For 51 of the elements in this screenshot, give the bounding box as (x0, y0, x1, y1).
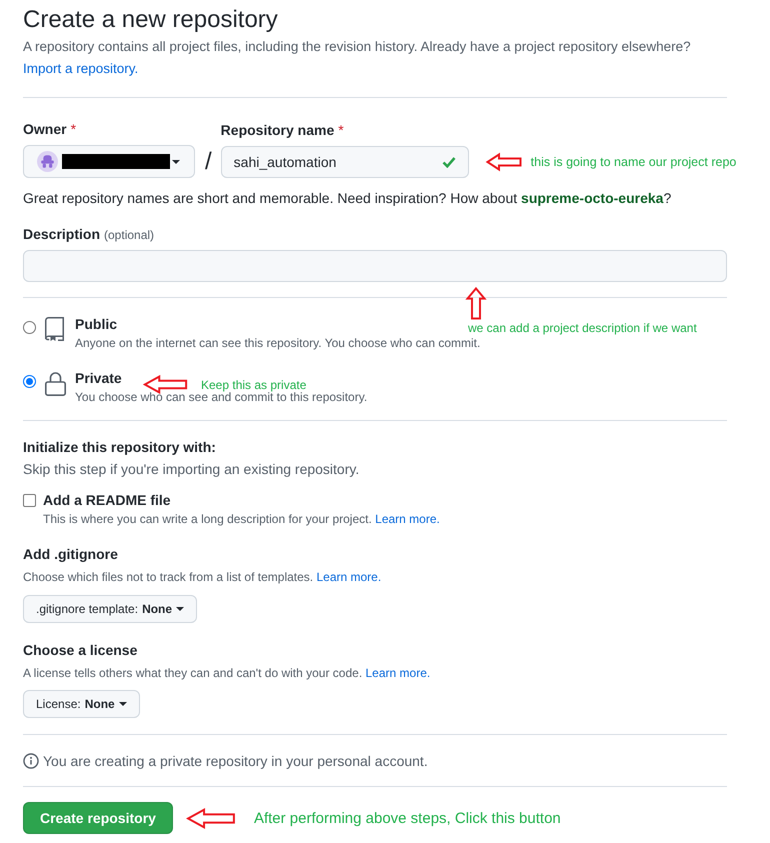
required-mark: * (70, 120, 76, 139)
section-description: Choose which files not to track from a list of templates. Learn more. (23, 569, 382, 586)
section-title: Initialize this repository with: (23, 438, 217, 457)
info-icon (23, 753, 39, 769)
license-dropdown[interactable]: License: None (23, 690, 140, 718)
annotation-text: Keep this as private (201, 378, 306, 392)
up-arrow-icon (466, 287, 486, 320)
field-label: Description (23, 225, 100, 244)
create-repository-button[interactable]: Create repository (23, 802, 173, 834)
learn-more-link[interactable]: Learn more. (375, 512, 440, 526)
option-title: Public (75, 315, 118, 334)
radio-button[interactable] (23, 375, 36, 388)
gitignore-template-dropdown[interactable]: .gitignore template: None (23, 595, 198, 623)
owner-dropdown[interactable] (23, 145, 195, 178)
left-arrow-icon (186, 808, 236, 828)
learn-more-link[interactable]: Learn more. (316, 570, 382, 584)
caret-icon (118, 702, 127, 706)
section-title: Choose a license (23, 641, 138, 660)
section-title: Add .gitignore (23, 545, 119, 564)
notice-text: You are creating a private repository in your personal account. (43, 752, 428, 771)
page-title: Create a new repository (23, 5, 279, 35)
field-label: Repository name (220, 121, 334, 140)
required-mark: * (338, 121, 344, 140)
left-arrow-icon (143, 375, 188, 394)
annotation-text: After performing above steps, Click this button (254, 810, 561, 826)
caret-icon (172, 160, 180, 164)
option-title: Private (75, 369, 122, 388)
avatar-icon (37, 151, 58, 172)
section-subtitle: Skip this step if you're importing an existing repository. (23, 460, 360, 479)
caret-icon (176, 607, 184, 611)
checkbox[interactable] (23, 494, 36, 507)
repository-name-field[interactable]: sahi_automation (220, 146, 469, 178)
annotation-text: we can add a project description if we want (468, 321, 697, 335)
left-arrow-icon (486, 152, 522, 170)
path-separator: / (205, 147, 212, 177)
import-repository-link[interactable]: Import a repository. (23, 61, 138, 76)
learn-more-link[interactable]: Learn more. (366, 666, 430, 680)
option-description: This is where you can write a long description for your project. Learn more. (43, 511, 440, 528)
checkbox-label: Add a README file (43, 491, 171, 510)
field-label: Owner (23, 120, 67, 139)
option-description: Anyone on the internet can see this repository. You choose who can commit. (75, 335, 480, 352)
intro-text: A repository contains all project files, including the revision history. Already have a project repository elsewhere? Import a repository. (23, 38, 692, 78)
book-icon (45, 317, 64, 341)
name-suggestion-text: Great repository names are short and memorable. Need inspiration? How about supreme-octo-eureka? (23, 189, 672, 208)
section-description: A license tells others what they can and can't do with your code. Learn more. (23, 665, 432, 682)
lock-icon (45, 371, 66, 396)
option-description: You choose who can see and commit to this repository. (75, 390, 368, 406)
radio-button[interactable] (23, 321, 36, 334)
annotation-text: this is going to name our project repo (530, 154, 736, 168)
optional-note: (optional) (104, 227, 154, 244)
description-field[interactable] (23, 250, 727, 282)
